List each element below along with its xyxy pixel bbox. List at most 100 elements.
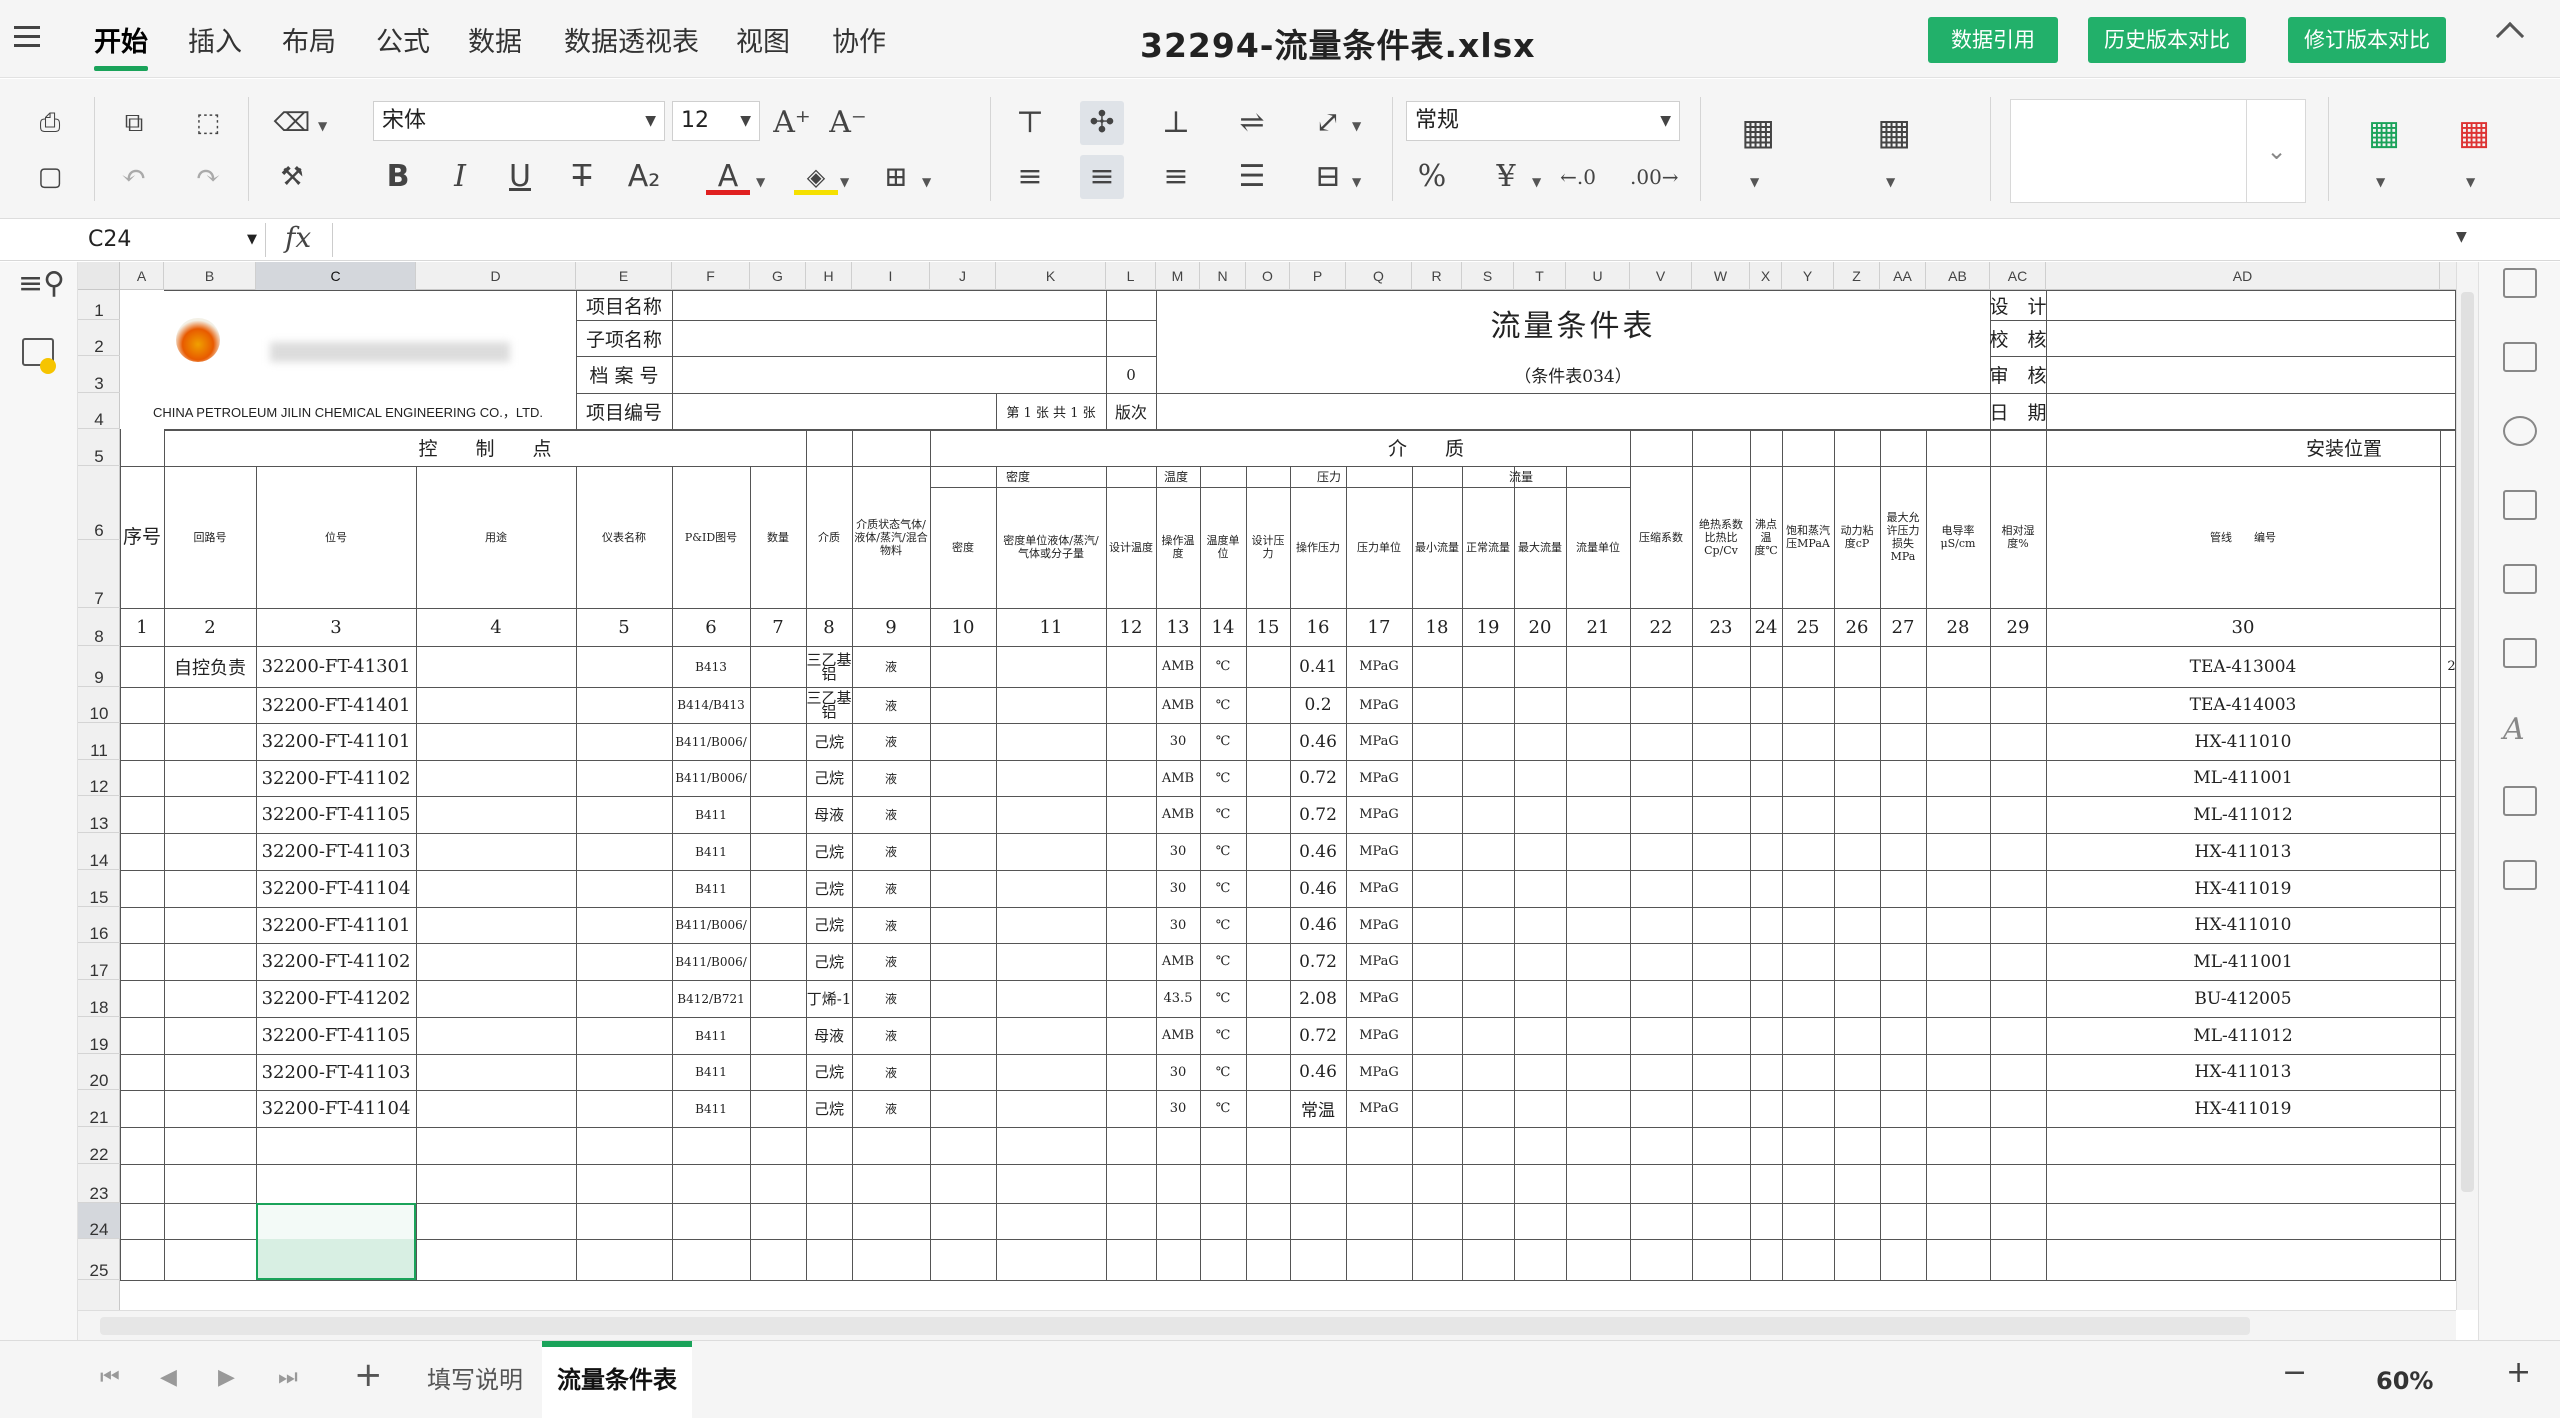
add-sheet-icon[interactable]: + (354, 1355, 383, 1395)
shape-icon[interactable] (2503, 416, 2537, 446)
first-sheet-icon[interactable]: ⏮ (100, 1365, 120, 1390)
align-bottom-icon[interactable]: ⊥ (1154, 101, 1198, 145)
align-top-icon[interactable]: ⊤ (1008, 101, 1052, 145)
cut-icon[interactable]: ⬚ (186, 101, 230, 145)
increase-font-icon[interactable]: A⁺ (770, 101, 814, 145)
column-header[interactable]: O (1246, 262, 1290, 290)
increase-decimal-icon[interactable]: .00→ (1630, 155, 1679, 199)
tab-4[interactable]: 数据 (468, 20, 522, 59)
row-header[interactable]: 13 (78, 796, 120, 833)
row-header[interactable]: 10 (78, 687, 120, 723)
row-header[interactable]: 21 (78, 1090, 120, 1127)
conditional-format-icon[interactable]: ▦ (1736, 111, 1780, 155)
font-size-select[interactable]: 12 ▼ (672, 101, 760, 141)
textbox-icon[interactable] (2503, 638, 2537, 668)
row-header[interactable]: 9 (78, 646, 120, 687)
fill-color-icon[interactable]: ◈ (794, 155, 838, 195)
row-header[interactable]: 11 (78, 723, 120, 760)
hamburger-menu-icon[interactable] (14, 20, 40, 50)
zoom-level[interactable]: 60% (2376, 1367, 2433, 1395)
decrease-font-icon[interactable]: A⁻ (826, 101, 870, 145)
row-header[interactable]: 15 (78, 870, 120, 907)
sheet-tab-flow-conditions[interactable]: 流量条件表 (542, 1341, 692, 1419)
zoom-in-icon[interactable]: + (2506, 1355, 2531, 1390)
row-header[interactable]: 14 (78, 833, 120, 870)
tab-0[interactable]: 开始 (94, 20, 148, 71)
column-header[interactable]: C (256, 262, 416, 290)
tab-2[interactable]: 布局 (282, 20, 336, 59)
table-icon[interactable] (2503, 342, 2537, 372)
column-header[interactable]: B (164, 262, 256, 290)
column-header[interactable]: AC (1990, 262, 2046, 290)
row-header[interactable]: 6 (78, 466, 120, 540)
spreadsheet[interactable]: ABCDEFGHIJKLMNOPQRSTUVWXYZAAABACADAEAF 1… (78, 262, 2456, 1310)
strikethrough-icon[interactable]: T (560, 155, 604, 199)
decrease-decimal-icon[interactable]: ←.0 (1556, 155, 1600, 199)
column-header[interactable]: V (1630, 262, 1692, 290)
italic-icon[interactable]: I (438, 155, 482, 199)
column-header[interactable]: W (1692, 262, 1750, 290)
history-compare-button[interactable]: 历史版本对比 (2088, 17, 2246, 63)
row-header[interactable]: 2 (78, 320, 120, 356)
column-header[interactable]: M (1156, 262, 1200, 290)
align-center-icon[interactable]: ≡ (1080, 155, 1124, 199)
prev-sheet-icon[interactable]: ◀ (160, 1365, 177, 1390)
vertical-scrollbar[interactable] (2456, 262, 2478, 1310)
column-header[interactable]: X (1750, 262, 1782, 290)
select-all-corner[interactable] (78, 262, 120, 290)
bold-icon[interactable]: B (376, 155, 420, 199)
attachment-icon[interactable] (2503, 786, 2537, 816)
tab-3[interactable]: 公式 (376, 20, 430, 59)
chevron-down-icon[interactable]: ⌄ (2246, 99, 2306, 203)
filter-panel-icon[interactable] (2503, 860, 2537, 890)
selected-cell[interactable] (256, 1203, 416, 1280)
column-header[interactable]: D (416, 262, 576, 290)
font-name-select[interactable]: 宋体 ▼ (373, 101, 665, 141)
align-middle-icon[interactable]: ✣ (1080, 101, 1124, 145)
zoom-out-icon[interactable]: − (2282, 1355, 2307, 1390)
last-sheet-icon[interactable]: ⏭ (278, 1365, 298, 1390)
borders-icon[interactable]: ⊞ (874, 155, 918, 199)
currency-icon[interactable]: ¥ (1484, 155, 1528, 199)
tab-1[interactable]: 插入 (188, 20, 242, 59)
column-header[interactable]: Y (1782, 262, 1834, 290)
justify-icon[interactable]: ☰ (1230, 155, 1274, 199)
column-header[interactable]: A (120, 262, 164, 290)
print-icon[interactable]: ⎙ (28, 101, 72, 145)
text-direction-icon[interactable]: ⤢ (1306, 101, 1350, 145)
column-header[interactable]: G (750, 262, 806, 290)
column-header[interactable]: H (806, 262, 852, 290)
number-format-select[interactable]: 常规 ▼ (1406, 101, 1680, 141)
find-icon[interactable]: ≡⚲ (18, 266, 65, 301)
column-header[interactable]: AE (2440, 262, 2456, 290)
row-header[interactable]: 4 (78, 393, 120, 429)
delete-rowcol-icon[interactable]: ▦ (2452, 111, 2496, 155)
column-header[interactable]: AB (1926, 262, 1990, 290)
column-header[interactable]: F (672, 262, 750, 290)
row-header[interactable]: 7 (78, 540, 120, 608)
align-left-icon[interactable]: ≡ (1008, 155, 1052, 199)
name-box[interactable]: C24 ▼ (80, 223, 266, 257)
sheet-list-icon[interactable] (2503, 268, 2537, 298)
row-header[interactable]: 18 (78, 980, 120, 1017)
column-header[interactable]: J (930, 262, 996, 290)
column-header[interactable]: AD (2046, 262, 2440, 290)
copy-icon[interactable]: ⧉ (112, 101, 156, 145)
merge-cells-icon[interactable]: ⊟ (1306, 155, 1350, 199)
row-header[interactable]: 8 (78, 608, 120, 646)
column-header[interactable]: P (1290, 262, 1346, 290)
font-color-icon[interactable]: A (706, 155, 750, 195)
chart-icon[interactable] (2503, 564, 2537, 594)
image-icon[interactable] (2503, 490, 2537, 520)
wrap-text-icon[interactable]: ⇌ (1230, 101, 1274, 145)
subscript-icon[interactable]: A₂ (622, 155, 666, 199)
formula-input[interactable] (340, 223, 2440, 257)
column-header[interactable]: U (1566, 262, 1630, 290)
column-header[interactable]: S (1462, 262, 1514, 290)
tab-7[interactable]: 协作 (832, 20, 886, 59)
row-header[interactable]: 25 (78, 1239, 120, 1280)
column-header[interactable]: L (1106, 262, 1156, 290)
row-header[interactable]: 16 (78, 907, 120, 943)
redo-icon[interactable]: ↷ (186, 155, 230, 199)
align-right-icon[interactable]: ≡ (1154, 155, 1198, 199)
